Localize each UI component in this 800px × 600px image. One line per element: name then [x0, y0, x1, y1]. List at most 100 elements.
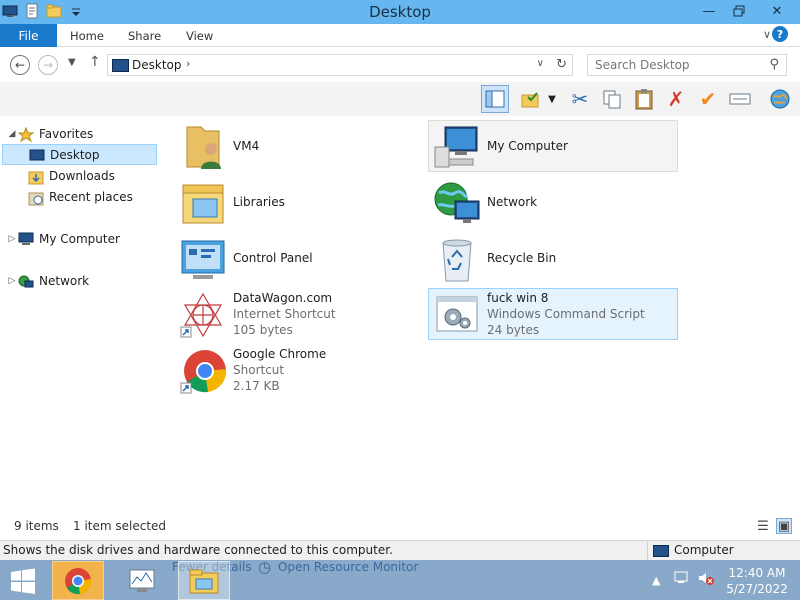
pane-layout-icon — [485, 90, 505, 108]
nav-network[interactable]: ▷ Network — [6, 270, 166, 291]
restore-button[interactable] — [724, 0, 754, 22]
folder-check-icon — [521, 92, 539, 108]
search-box[interactable]: Search Desktop ⚲ — [587, 54, 787, 76]
address-path[interactable]: Desktop — [132, 58, 182, 72]
copy-icon[interactable] — [598, 85, 626, 113]
item-type: Internet Shortcut — [233, 307, 336, 321]
nav-favorites[interactable]: ◢ Favorites — [6, 123, 166, 144]
collapsed-caret-icon[interactable]: ▷ — [6, 234, 18, 244]
open-resource-monitor-link[interactable]: Open Resource Monitor — [278, 560, 418, 574]
item-name: fuck win 8 — [487, 291, 549, 305]
nav-desktop[interactable]: Desktop — [2, 144, 157, 165]
search-input[interactable]: Search Desktop — [595, 58, 690, 72]
show-hidden-icons[interactable]: ▲ — [652, 574, 660, 587]
ribbon-tabs: File Home Share View ∨ ? — [0, 24, 800, 47]
list-item[interactable]: Google Chrome Shortcut 2.17 KB — [174, 344, 424, 396]
delete-icon[interactable]: ✗ — [662, 85, 690, 113]
globe-icon[interactable] — [766, 85, 794, 113]
window-title: Desktop — [369, 3, 431, 21]
tab-view[interactable]: View — [186, 29, 213, 43]
item-name: Recycle Bin — [487, 251, 557, 265]
info-bar: Shows the disk drives and hardware conne… — [0, 540, 800, 561]
expand-ribbon-icon[interactable]: ∨ — [763, 28, 771, 41]
paste-icon[interactable] — [630, 85, 658, 113]
list-item[interactable]: Control Panel — [174, 232, 424, 284]
nav-label: Downloads — [49, 168, 115, 183]
taskbar-resource-monitor[interactable] — [116, 561, 168, 600]
collapsed-caret-icon[interactable]: ▷ — [6, 276, 18, 286]
up-arrow-icon[interactable]: ↑ — [89, 54, 101, 70]
navigation-pane: ◢ Favorites Desktop Downloads Recent pla… — [0, 118, 162, 508]
item-name: Control Panel — [233, 251, 313, 265]
desktop-icon — [112, 59, 129, 72]
refresh-icon[interactable]: ↻ — [556, 57, 567, 72]
back-arrow-icon: ← — [14, 58, 26, 72]
item-size: 105 bytes — [233, 323, 293, 337]
check-folder-button[interactable] — [517, 85, 545, 113]
list-item[interactable]: DataWagon.com Internet Shortcut 105 byte… — [174, 288, 424, 340]
desktop-icon — [29, 148, 45, 162]
list-item[interactable]: My Computer — [428, 120, 678, 172]
nav-label: Desktop — [50, 147, 100, 162]
chrome-icon — [179, 347, 227, 395]
taskbar: Fewer details ◷ Open Resource Monitor ▲ … — [0, 558, 800, 600]
info-zone: Computer — [674, 543, 734, 557]
breadcrumb-chevron-icon[interactable]: › — [186, 57, 190, 70]
volume-muted-icon[interactable] — [697, 570, 715, 589]
nav-recent-places[interactable]: Recent places — [2, 186, 162, 207]
start-button[interactable] — [8, 568, 38, 594]
windows-logo-icon — [11, 568, 35, 594]
tab-share[interactable]: Share — [128, 29, 161, 43]
title-bar: Desktop — ✕ — [0, 0, 800, 24]
command-toolbar: ▼ ✂ ✗ ✔ — [0, 82, 800, 116]
chrome-icon — [65, 567, 92, 594]
item-type: Windows Command Script — [487, 307, 645, 321]
libraries-icon — [179, 179, 227, 227]
info-description: Shows the disk drives and hardware conne… — [3, 543, 393, 557]
checkmark-icon[interactable]: ✔ — [694, 85, 722, 113]
list-item[interactable]: Network — [428, 176, 678, 228]
list-item[interactable]: fuck win 8 Windows Command Script 24 byt… — [428, 288, 678, 340]
address-dropdown-icon[interactable]: ∨ — [537, 58, 544, 69]
view-dropdown-icon[interactable]: ▼ — [544, 85, 560, 113]
tab-home[interactable]: Home — [70, 29, 104, 43]
tiles-view-icon[interactable]: ▣ — [776, 518, 792, 534]
web-shortcut-icon — [179, 291, 227, 339]
taskbar-chrome[interactable] — [52, 561, 104, 600]
preview-pane-button[interactable] — [481, 85, 509, 113]
search-icon[interactable]: ⚲ — [769, 57, 779, 72]
computer-icon — [18, 232, 34, 246]
nav-my-computer[interactable]: ▷ My Computer — [6, 228, 166, 249]
recent-locations-dropdown-icon[interactable]: ▼ — [68, 57, 76, 68]
recycle-bin-icon — [433, 235, 481, 283]
nav-label: Recent places — [49, 189, 133, 204]
back-button[interactable]: ← — [10, 55, 30, 75]
restore-icon — [733, 5, 745, 17]
list-item[interactable]: Libraries — [174, 176, 424, 228]
tab-file[interactable]: File — [0, 24, 57, 47]
address-bar[interactable]: Desktop › ∨ ↻ — [107, 54, 573, 76]
list-item[interactable]: Recycle Bin — [428, 232, 678, 284]
rename-icon[interactable] — [726, 85, 754, 113]
system-clock[interactable]: 12:40 AM 5/27/2022 — [722, 565, 792, 597]
clock-date: 5/27/2022 — [726, 582, 788, 596]
resource-monitor-icon — [129, 569, 155, 592]
help-icon[interactable]: ? — [772, 26, 788, 42]
network-icon — [18, 274, 34, 288]
file-explorer-icon — [189, 569, 219, 593]
close-button[interactable]: ✕ — [754, 0, 800, 22]
network-tray-icon[interactable] — [674, 570, 690, 589]
details-view-icon[interactable]: ☰ — [755, 518, 771, 534]
minimize-button[interactable]: — — [694, 0, 724, 22]
status-bar: 9 items 1 item selected ☰ ▣ — [0, 516, 800, 538]
nav-downloads[interactable]: Downloads — [2, 165, 162, 186]
cut-icon[interactable]: ✂ — [566, 85, 594, 113]
forward-arrow-icon: → — [42, 58, 54, 72]
downloads-folder-icon — [28, 169, 44, 184]
forward-button[interactable]: → — [38, 55, 58, 75]
expanded-caret-icon[interactable]: ◢ — [6, 129, 18, 139]
list-item[interactable]: VM4 — [174, 120, 424, 172]
taskbar-file-explorer[interactable] — [178, 561, 230, 600]
recent-places-icon — [28, 190, 44, 205]
close-icon: ✕ — [771, 3, 783, 19]
